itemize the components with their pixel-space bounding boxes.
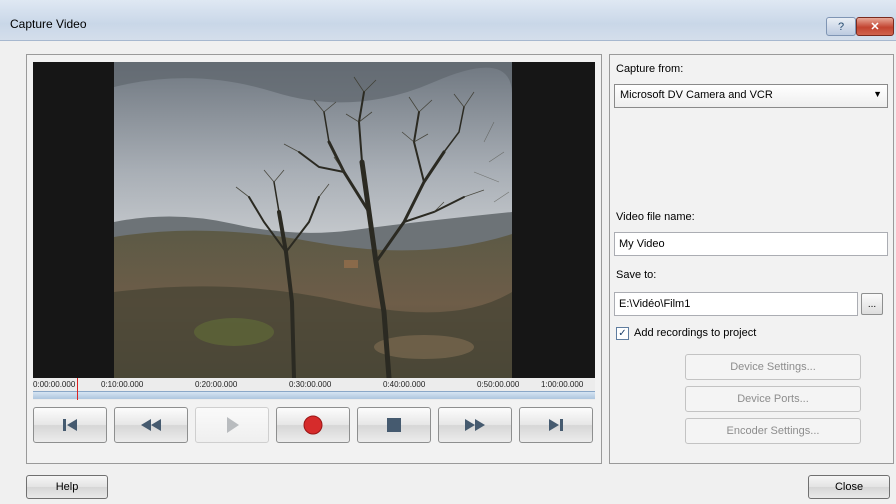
record-button[interactable] [276, 407, 350, 443]
capture-device-value: Microsoft DV Camera and VCR [620, 89, 773, 101]
device-settings-button[interactable]: Device Settings... [685, 354, 861, 380]
video-file-name-input[interactable] [615, 233, 887, 255]
timeline[interactable]: 0:00:00.000 0:10:00.000 0:20:00.000 0:30… [33, 378, 595, 400]
rewind-icon [141, 419, 161, 431]
device-ports-button[interactable]: Device Ports... [685, 386, 861, 412]
go-to-start-button[interactable] [33, 407, 107, 443]
play-button[interactable] [195, 407, 269, 443]
timeline-tick: 0:20:00.000 [195, 380, 238, 389]
add-to-project-label: Add recordings to project [634, 327, 757, 339]
capture-settings-panel: Capture from: Microsoft DV Camera and VC… [609, 54, 894, 464]
add-to-project-checkbox[interactable]: ✓ [616, 326, 629, 340]
skip-to-start-icon [63, 419, 77, 431]
stop-icon [387, 418, 401, 432]
timeline-tick: 0:10:00.000 [101, 380, 144, 389]
video-preview-panel: 0:00:00.000 0:10:00.000 0:20:00.000 0:30… [26, 54, 602, 464]
fast-forward-icon [465, 419, 485, 431]
timeline-tick: 0:50:00.000 [477, 380, 520, 389]
video-preview-image [114, 62, 512, 378]
timeline-track[interactable] [33, 391, 595, 399]
title-bar: Capture Video ? ✕ [0, 0, 896, 41]
help-button[interactable]: Help [26, 475, 108, 499]
save-to-input[interactable] [615, 293, 857, 315]
save-to-label: Save to: [616, 269, 657, 281]
chevron-down-icon: ▼ [873, 89, 882, 99]
close-button[interactable]: Close [808, 475, 890, 499]
window-title: Capture Video [10, 17, 87, 31]
timeline-tick: 0:30:00.000 [289, 380, 332, 389]
capture-from-label: Capture from: [616, 63, 684, 75]
encoder-settings-button[interactable]: Encoder Settings... [685, 418, 861, 444]
save-to-field[interactable] [614, 292, 858, 316]
timeline-tick: 0:40:00.000 [383, 380, 426, 389]
video-file-name-label: Video file name: [616, 211, 695, 223]
capture-device-select[interactable]: Microsoft DV Camera and VCR ▼ [614, 84, 888, 108]
record-icon [303, 415, 323, 435]
close-icon: ✕ [870, 21, 880, 33]
title-close-button[interactable]: ✕ [856, 17, 894, 36]
add-to-project-row[interactable]: ✓ Add recordings to project [616, 325, 756, 341]
play-icon [227, 417, 239, 433]
title-help-button[interactable]: ? [826, 17, 856, 36]
video-frame [33, 62, 595, 378]
fast-forward-button[interactable] [438, 407, 512, 443]
timeline-tick: 1:00:00.000 [541, 380, 584, 389]
rewind-button[interactable] [114, 407, 188, 443]
transport-controls [33, 407, 595, 443]
skip-to-end-icon [549, 419, 563, 431]
timeline-playhead[interactable] [77, 378, 78, 400]
stop-button[interactable] [357, 407, 431, 443]
timeline-tick: 0:00:00.000 [33, 380, 76, 389]
browse-button[interactable]: ... [861, 293, 883, 315]
go-to-end-button[interactable] [519, 407, 593, 443]
video-file-name-field[interactable] [614, 232, 888, 256]
help-icon: ? [837, 20, 845, 33]
